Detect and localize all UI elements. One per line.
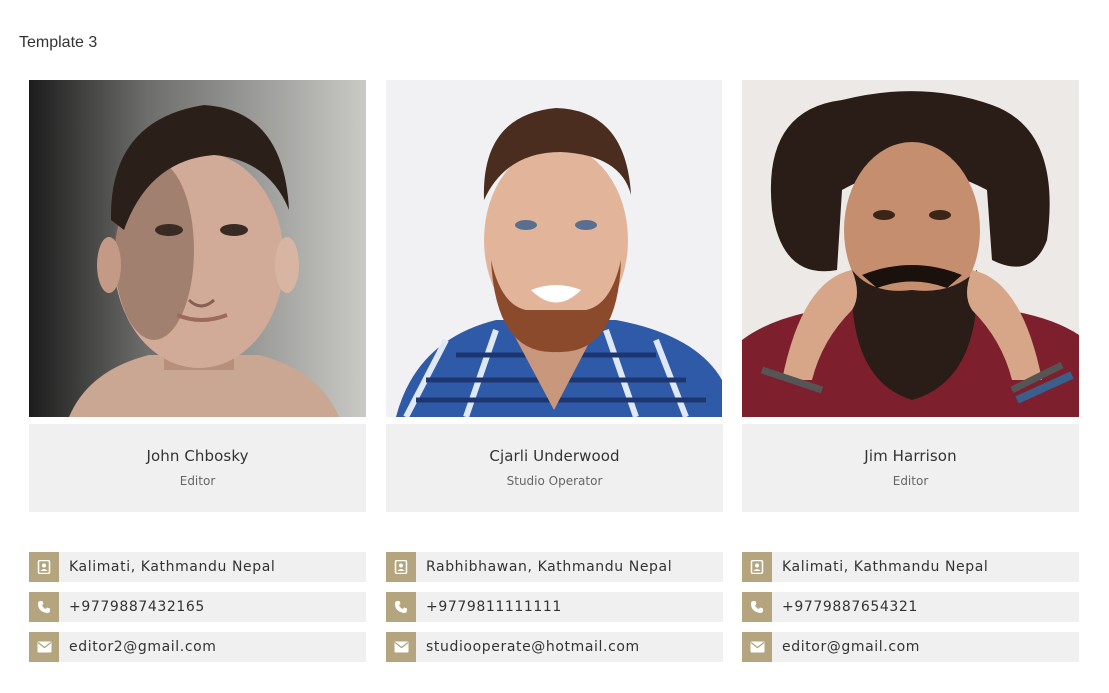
contact-address: Kalimati, Kathmandu Nepal [29, 552, 366, 582]
contact-list: Rabhibhawan, Kathmandu Nepal +9779811111… [386, 552, 723, 662]
phone-icon [742, 592, 772, 622]
member-info-box: John Chbosky Editor [29, 424, 366, 512]
phone-text: +9779811111111 [426, 599, 562, 615]
member-photo [742, 80, 1079, 417]
contact-email: editor2@gmail.com [29, 632, 366, 662]
phone-icon [29, 592, 59, 622]
member-photo [386, 80, 723, 417]
contact-list: Kalimati, Kathmandu Nepal +9779887654321… [742, 552, 1079, 662]
contact-phone: +9779811111111 [386, 592, 723, 622]
phone-text: +9779887654321 [782, 599, 918, 615]
member-info-box: Jim Harrison Editor [742, 424, 1079, 512]
team-member-card: Cjarli Underwood Studio Operator Rabhibh… [386, 80, 723, 672]
member-name: Cjarli Underwood [489, 447, 620, 465]
member-info-box: Cjarli Underwood Studio Operator [386, 424, 723, 512]
address-text: Kalimati, Kathmandu Nepal [782, 559, 989, 575]
contact-email: editor@gmail.com [742, 632, 1079, 662]
member-role: Editor [892, 474, 929, 488]
phone-icon [386, 592, 416, 622]
page-title: Template 3 [19, 34, 98, 51]
address-text: Kalimati, Kathmandu Nepal [69, 559, 276, 575]
envelope-icon [386, 632, 416, 662]
envelope-icon [29, 632, 59, 662]
team-member-card: John Chbosky Editor Kalimati, Kathmandu … [29, 80, 366, 672]
email-text[interactable]: studiooperate@hotmail.com [426, 639, 640, 655]
contact-phone: +9779887654321 [742, 592, 1079, 622]
phone-text: +9779887432165 [69, 599, 205, 615]
member-role: Studio Operator [506, 474, 603, 488]
member-name: Jim Harrison [864, 447, 957, 465]
contact-address: Kalimati, Kathmandu Nepal [742, 552, 1079, 582]
member-photo [29, 80, 366, 417]
contact-phone: +9779887432165 [29, 592, 366, 622]
envelope-icon [742, 632, 772, 662]
contact-card-icon [742, 552, 772, 582]
contact-list: Kalimati, Kathmandu Nepal +9779887432165… [29, 552, 366, 662]
contact-email: studiooperate@hotmail.com [386, 632, 723, 662]
contact-card-icon [29, 552, 59, 582]
contact-address: Rabhibhawan, Kathmandu Nepal [386, 552, 723, 582]
contact-card-icon [386, 552, 416, 582]
team-member-card: Jim Harrison Editor Kalimati, Kathmandu … [742, 80, 1079, 672]
address-text: Rabhibhawan, Kathmandu Nepal [426, 559, 673, 575]
member-name: John Chbosky [146, 447, 249, 465]
member-role: Editor [179, 474, 216, 488]
email-text[interactable]: editor2@gmail.com [69, 639, 217, 655]
email-text[interactable]: editor@gmail.com [782, 639, 920, 655]
